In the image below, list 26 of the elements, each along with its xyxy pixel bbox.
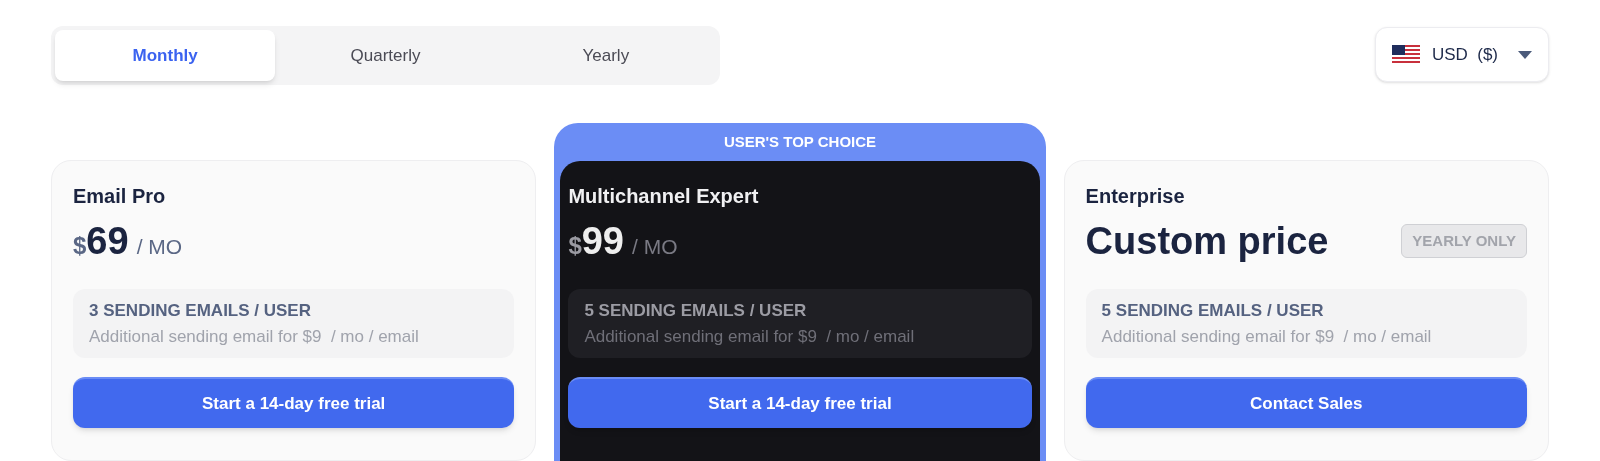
- plan-name: Multichannel Expert: [568, 184, 760, 209]
- ribbon-label: USER'S TOP CHOICE: [723, 132, 877, 152]
- currency-dropdown[interactable]: USD ($): [1374, 27, 1549, 82]
- feature-detail: Additional sending email for $9 / mo / email: [1101, 325, 1433, 348]
- cta-button[interactable]: Start a 14-day free trial: [568, 377, 1032, 428]
- plan-name: Enterprise: [1085, 184, 1186, 209]
- price: $99: [568, 218, 624, 264]
- price-period: / MO: [136, 233, 183, 260]
- feature-detail: Additional sending email for $9 / mo / email: [89, 325, 420, 348]
- feature-title: 3 SENDING EMAILS / USER: [89, 300, 312, 322]
- us-flag-icon: [1391, 44, 1420, 65]
- feature-detail: Additional sending email for $9 / mo / email: [584, 325, 916, 348]
- yearly-only-badge: YEARLY ONLY: [1401, 223, 1527, 259]
- billing-tab[interactable]: Yearly: [495, 30, 716, 81]
- cta-button[interactable]: Start a 14-day free trial: [73, 377, 515, 428]
- plan-name: Email Pro: [73, 184, 167, 209]
- feature-title: 5 SENDING EMAILS / USER: [584, 300, 808, 322]
- cta-button[interactable]: Contact Sales: [1085, 377, 1527, 428]
- price-period: / MO: [632, 233, 678, 260]
- custom-price: Custom price: [1085, 218, 1329, 264]
- feature-title: 5 SENDING EMAILS / USER: [1101, 300, 1325, 322]
- billing-tab[interactable]: Monthly: [55, 30, 276, 81]
- price: $69: [73, 218, 129, 264]
- caret-icon: [1518, 50, 1532, 59]
- currency-label: USD ($): [1431, 43, 1498, 66]
- billing-tab[interactable]: Quarterly: [275, 30, 496, 81]
